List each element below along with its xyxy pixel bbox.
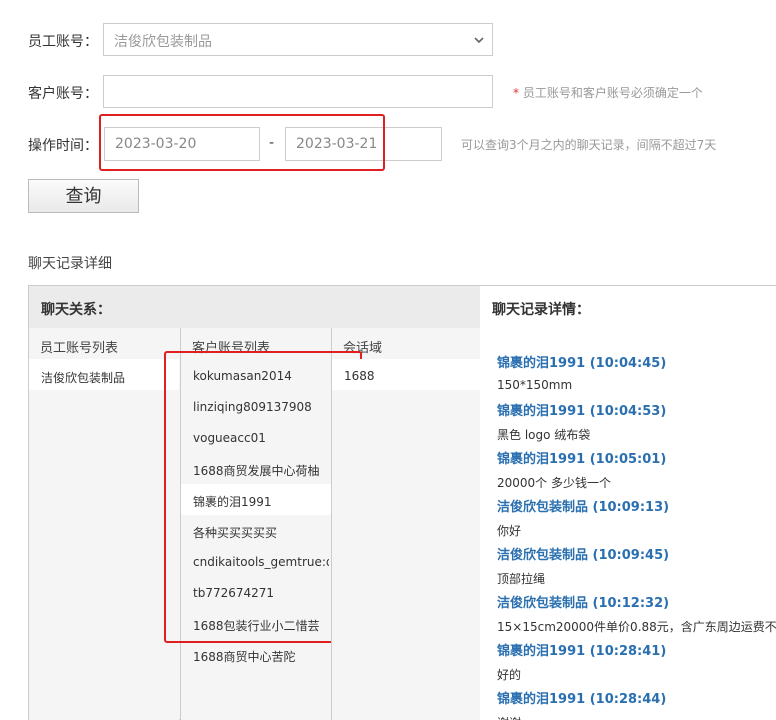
customer-label: 客户账号： bbox=[28, 86, 98, 102]
list-item[interactable]: 1688商贸中心苦陀 bbox=[193, 648, 296, 665]
message-sender: 洁俊欣包装制品 (10:09:13) bbox=[497, 500, 670, 515]
message-sender: 锦裹的泪1991 (10:05:01) bbox=[497, 452, 667, 467]
time-label: 操作时间： bbox=[28, 138, 98, 154]
message-text: 顶部拉绳 bbox=[497, 572, 546, 586]
list-item: 1688 bbox=[344, 369, 375, 383]
customer-input[interactable] bbox=[103, 75, 493, 108]
message-sender: 锦裹的泪1991 (10:28:41) bbox=[497, 644, 667, 659]
employee-list: 洁俊欣包装制品 bbox=[29, 359, 179, 720]
message-sender: 洁俊欣包装制品 (10:12:32) bbox=[497, 596, 670, 611]
message-sender: 锦裹的泪1991 (10:04:53) bbox=[497, 404, 667, 419]
query-button[interactable]: 查询 bbox=[28, 179, 139, 213]
highlight-box-dates bbox=[99, 114, 385, 171]
relations-title: 聊天关系： bbox=[29, 286, 480, 328]
list-item[interactable]: 洁俊欣包装制品 bbox=[41, 369, 125, 386]
customer-hint: * 员工账号和客户账号必须确定一个 bbox=[513, 84, 703, 101]
chat-detail-list: 锦裹的泪1991 (10:04:45) 150*150mm 锦裹的泪1991 (… bbox=[480, 328, 776, 720]
customer-hint-text: 员工账号和客户账号必须确定一个 bbox=[519, 86, 703, 100]
message-text: 15×15cm20000件单价0.88元，含广东周边运费不含税 bbox=[497, 620, 776, 634]
details-title: 聊天记录详情： bbox=[480, 286, 776, 328]
message-sender: 锦裹的泪1991 (10:28:44) bbox=[497, 692, 667, 707]
message-text: 20000个 多少钱一个 bbox=[497, 476, 611, 490]
message-text: 你好 bbox=[497, 524, 522, 538]
message-text: 150*150mm bbox=[497, 378, 573, 392]
time-hint: 可以查询3个月之内的聊天记录，间隔不超过7天 bbox=[461, 138, 717, 152]
chevron-down-icon bbox=[474, 37, 484, 44]
employee-label: 员工账号： bbox=[28, 34, 98, 50]
col-employee-header: 员工账号列表 bbox=[29, 328, 179, 359]
section-title: 聊天记录详细 bbox=[28, 256, 112, 272]
message-text: 谢谢 bbox=[497, 714, 521, 720]
message-sender: 洁俊欣包装制品 (10:09:45) bbox=[497, 548, 670, 563]
employee-select[interactable]: 洁俊欣包装制品 bbox=[103, 23, 493, 56]
message-text: 黑色 logo 绒布袋 bbox=[497, 428, 591, 442]
message-text: 好的 bbox=[497, 668, 522, 682]
employee-select-value: 洁俊欣包装制品 bbox=[114, 34, 212, 50]
domain-list: 1688 bbox=[331, 359, 481, 720]
message-sender: 锦裹的泪1991 (10:04:45) bbox=[497, 356, 667, 371]
